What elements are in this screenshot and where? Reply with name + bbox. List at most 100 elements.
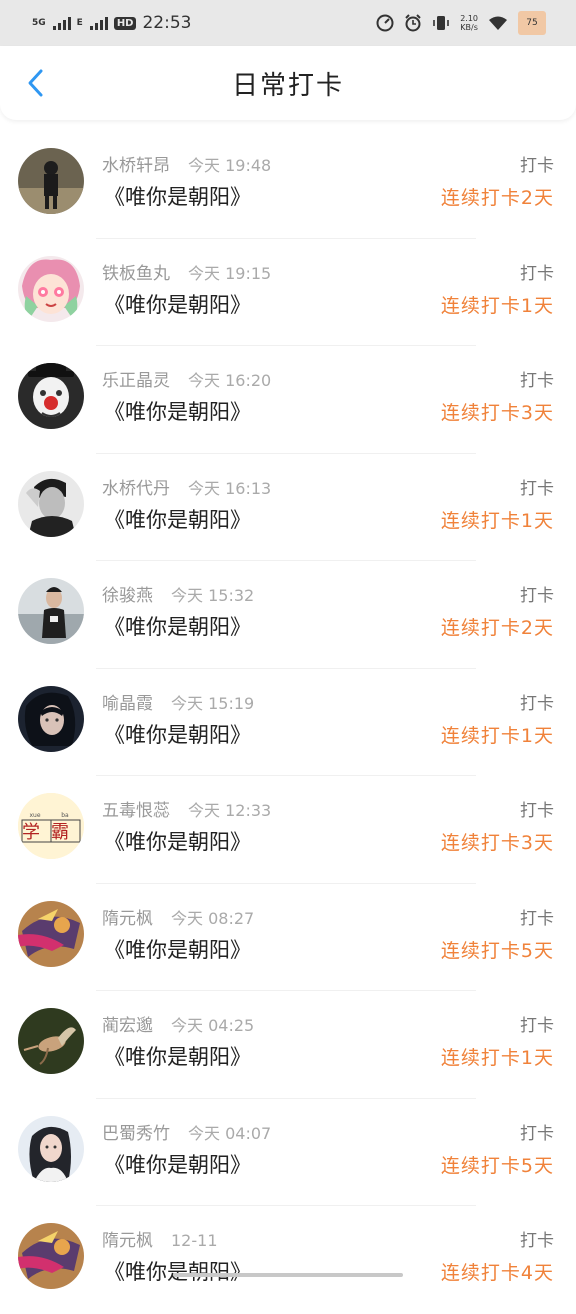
avatar-text: 学霸 bbox=[22, 822, 80, 843]
streak-label: 连续打卡1天 bbox=[440, 294, 554, 317]
avatar[interactable] bbox=[18, 1115, 84, 1182]
item-meta: 水桥代丹 今天 16:13 bbox=[102, 474, 271, 499]
item-meta: 水桥轩昂 今天 19:48 bbox=[102, 151, 271, 176]
checkin-tag: 打卡 bbox=[520, 263, 554, 284]
status-time: 22:53 bbox=[142, 13, 192, 33]
checkin-tag: 打卡 bbox=[520, 586, 554, 606]
book-title: 《唯你是朝阳》 bbox=[104, 185, 251, 209]
network-e-label: E bbox=[76, 17, 83, 28]
signal-icon-2 bbox=[89, 16, 108, 30]
avatar[interactable] bbox=[18, 470, 84, 537]
list-item[interactable]: xue ba 学霸 五毒恨蕊 今天 12:33 《唯你是朝阳》 打卡 连续打卡3天 bbox=[0, 776, 576, 884]
avatar-pinyin-1: xue bbox=[29, 812, 40, 819]
avatar[interactable] bbox=[18, 1008, 84, 1074]
book-title: 《唯你是朝阳》 bbox=[104, 507, 251, 532]
checkin-time: 今天 19:48 bbox=[188, 156, 272, 175]
list-item[interactable]: 蔺宏邈 今天 04:25 《唯你是朝阳》 打卡 连续打卡1天 bbox=[0, 991, 576, 1099]
list-item[interactable]: 喻晶霞 今天 15:19 《唯你是朝阳》 打卡 连续打卡1天 bbox=[0, 669, 576, 776]
avatar[interactable] bbox=[18, 148, 84, 214]
book-title: 《唯你是朝阳》 bbox=[104, 830, 251, 854]
item-meta: 喻晶霞 今天 15:19 bbox=[102, 689, 254, 714]
avatar[interactable] bbox=[18, 363, 84, 429]
item-meta: 铁板鱼丸 今天 19:15 bbox=[102, 259, 271, 284]
user-name: 五毒恨蕊 bbox=[102, 801, 170, 821]
book-title: 《唯你是朝阳》 bbox=[104, 615, 251, 639]
page-title: 日常打卡 bbox=[231, 70, 344, 101]
checkin-tag: 打卡 bbox=[520, 801, 554, 821]
book-title: 《唯你是朝阳》 bbox=[104, 722, 251, 747]
app-header: 日常打卡 bbox=[0, 46, 576, 120]
user-name: 隋元枫 bbox=[102, 908, 153, 929]
streak-label: 连续打卡1天 bbox=[440, 509, 554, 532]
checkin-tag: 打卡 bbox=[520, 1123, 554, 1144]
checkin-tag: 打卡 bbox=[520, 478, 554, 499]
avatar[interactable]: xue ba 学霸 bbox=[18, 793, 84, 859]
item-meta: 五毒恨蕊 今天 12:33 bbox=[102, 796, 271, 821]
book-title: 《唯你是朝阳》 bbox=[104, 1260, 251, 1284]
network-5g-label: 5G bbox=[32, 17, 46, 28]
user-name: 隋元枫 bbox=[102, 1231, 153, 1251]
streak-label: 连续打卡2天 bbox=[440, 617, 554, 639]
avatar[interactable] bbox=[18, 578, 84, 644]
user-name: 铁板鱼丸 bbox=[102, 263, 170, 284]
status-left: 5G E HD 22:53 bbox=[32, 13, 191, 33]
vibrate-icon bbox=[433, 16, 449, 30]
book-title: 《唯你是朝阳》 bbox=[104, 292, 251, 317]
user-name: 徐骏燕 bbox=[102, 586, 153, 606]
status-right: 2.10 KB/s 75 bbox=[376, 11, 546, 35]
status-bar: 5G E HD 22:53 2.10 KB/s 75 bbox=[0, 0, 576, 46]
user-name: 乐正晶灵 bbox=[102, 371, 170, 391]
streak-label: 连续打卡1天 bbox=[440, 1047, 554, 1069]
list-item[interactable]: 乐正晶灵 今天 16:20 《唯你是朝阳》 打卡 连续打卡3天 bbox=[0, 346, 576, 454]
checkin-time: 今天 16:13 bbox=[188, 478, 272, 498]
list-item[interactable]: 隋元枫 12-11 《唯你是朝阳》 打卡 连续打卡4天 bbox=[0, 1206, 576, 1314]
back-button[interactable] bbox=[20, 68, 50, 98]
avatar[interactable] bbox=[18, 900, 84, 967]
user-name: 巴蜀秀竹 bbox=[102, 1123, 170, 1144]
alarm-icon bbox=[405, 14, 421, 32]
avatar[interactable] bbox=[18, 685, 84, 752]
streak-label: 连续打卡5天 bbox=[440, 1154, 554, 1177]
list-item[interactable]: 隋元枫 今天 08:27 《唯你是朝阳》 打卡 连续打卡5天 bbox=[0, 884, 576, 991]
checkin-time: 今天 15:19 bbox=[171, 693, 255, 713]
checkin-time: 今天 04:25 bbox=[171, 1016, 255, 1035]
list-item[interactable]: 铁板鱼丸 今天 19:15 《唯你是朝阳》 打卡 连续打卡1天 bbox=[0, 239, 576, 346]
checkin-time: 12-11 bbox=[171, 1231, 218, 1250]
checkin-time: 今天 16:20 bbox=[188, 371, 272, 390]
checkin-list: 水桥轩昂 今天 19:48 《唯你是朝阳》 打卡 连续打卡2天 铁板鱼丸 今天 19… bbox=[0, 131, 576, 1314]
book-title: 《唯你是朝阳》 bbox=[104, 937, 251, 962]
user-name: 水桥代丹 bbox=[102, 478, 170, 499]
avatar[interactable] bbox=[18, 255, 84, 322]
streak-label: 连续打卡3天 bbox=[440, 402, 554, 424]
checkin-tag: 打卡 bbox=[520, 1016, 554, 1036]
list-item[interactable]: 水桥代丹 今天 16:13 《唯你是朝阳》 打卡 连续打卡1天 bbox=[0, 454, 576, 561]
signal-icon bbox=[52, 16, 71, 30]
user-name: 蔺宏邈 bbox=[102, 1016, 153, 1036]
list-item[interactable]: 徐骏燕 今天 15:32 《唯你是朝阳》 打卡 连续打卡2天 bbox=[0, 561, 576, 669]
book-title: 《唯你是朝阳》 bbox=[104, 1045, 251, 1069]
list-item[interactable]: 水桥轩昂 今天 19:48 《唯你是朝阳》 打卡 连续打卡2天 bbox=[0, 131, 576, 239]
network-speed: 2.10 KB/s bbox=[460, 14, 478, 32]
item-meta: 巴蜀秀竹 今天 04:07 bbox=[102, 1119, 271, 1144]
streak-label: 连续打卡1天 bbox=[440, 724, 554, 747]
avatar-pinyin-2: ba bbox=[61, 812, 69, 819]
streak-label: 连续打卡3天 bbox=[440, 832, 554, 854]
list-item[interactable]: 巴蜀秀竹 今天 04:07 《唯你是朝阳》 打卡 连续打卡5天 bbox=[0, 1099, 576, 1206]
streak-label: 连续打卡5天 bbox=[440, 939, 554, 962]
checkin-time: 今天 04:07 bbox=[188, 1123, 272, 1143]
item-meta: 隋元枫 今天 08:27 bbox=[102, 904, 254, 929]
user-name: 水桥轩昂 bbox=[102, 156, 170, 176]
checkin-tag: 打卡 bbox=[520, 371, 554, 391]
checkin-time: 今天 15:32 bbox=[171, 586, 255, 605]
home-indicator[interactable] bbox=[173, 1273, 403, 1277]
book-title: 《唯你是朝阳》 bbox=[104, 400, 251, 424]
item-meta: 徐骏燕 今天 15:32 bbox=[102, 581, 254, 606]
user-name: 喻晶霞 bbox=[102, 693, 153, 714]
checkin-tag: 打卡 bbox=[520, 693, 554, 714]
checkin-time: 今天 12:33 bbox=[188, 801, 272, 820]
hd-badge: HD bbox=[113, 16, 137, 30]
avatar[interactable] bbox=[18, 1223, 84, 1289]
battery-level: 75 bbox=[526, 18, 538, 28]
checkin-tag: 打卡 bbox=[520, 1231, 554, 1251]
chevron-left-icon bbox=[28, 69, 43, 97]
